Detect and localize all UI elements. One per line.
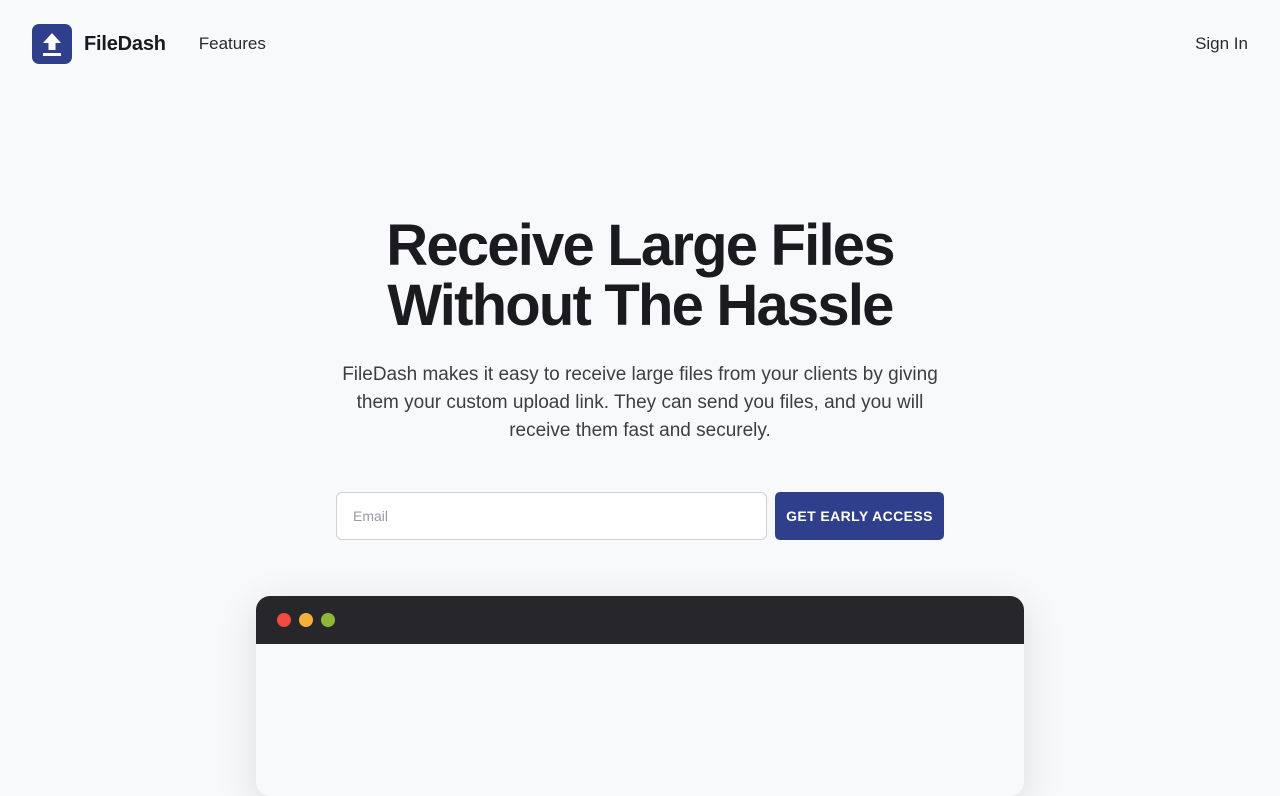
brand-name[interactable]: FileDash [84,33,166,56]
maximize-dot-icon [321,613,335,627]
minimize-dot-icon [299,613,313,627]
sign-in-link[interactable]: Sign In [1195,34,1248,54]
hero-title-line-2: Without The Hassle [387,273,894,338]
window-title-bar [256,596,1024,644]
window-content [256,644,1024,796]
app-preview-window [256,596,1024,796]
hero-subtitle: FileDash makes it easy to receive large … [342,364,938,441]
close-dot-icon [277,613,291,627]
logo[interactable] [32,24,72,64]
hero-title-line-1: Receive Large Files [386,213,895,278]
nav-link-features[interactable]: Features [199,34,266,54]
signup-form: GET EARLY ACCESS [336,492,944,540]
top-nav: FileDash Features Sign In [0,0,1280,88]
email-input[interactable] [336,492,767,540]
upload-icon [43,33,61,56]
get-early-access-button[interactable]: GET EARLY ACCESS [775,492,944,540]
hero-title: Receive Large Files Without The Hassle [0,216,1280,336]
